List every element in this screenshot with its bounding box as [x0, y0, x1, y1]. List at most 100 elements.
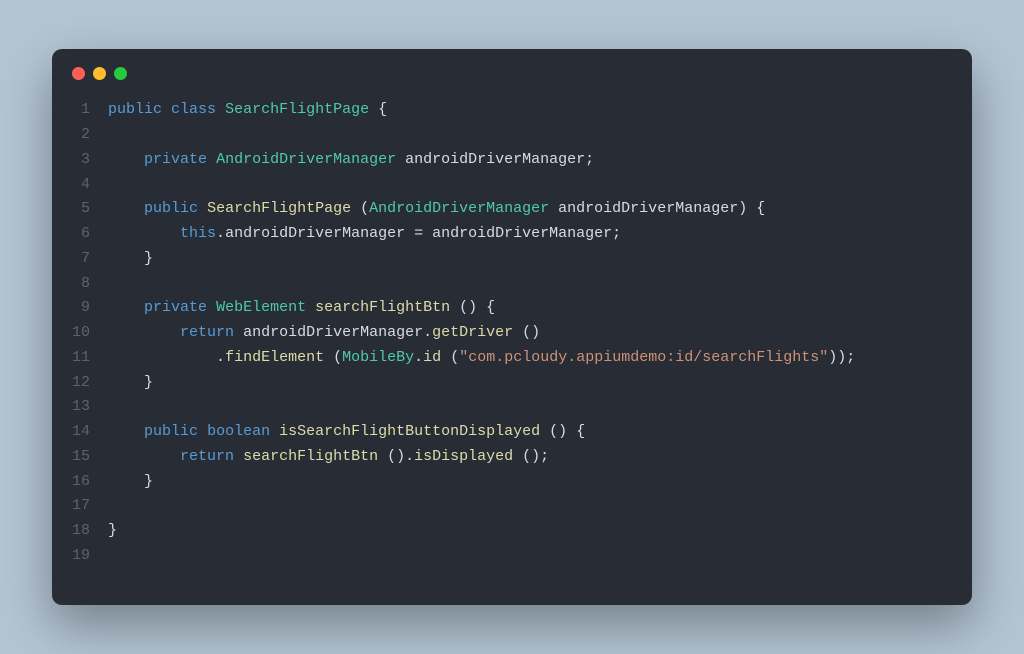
token-sp	[324, 349, 333, 366]
token-kw: return	[180, 324, 234, 341]
code-line[interactable]	[108, 173, 855, 198]
code-line[interactable]: this.androidDriverManager = androidDrive…	[108, 222, 855, 247]
code-content[interactable]: public class SearchFlightPage { private …	[108, 98, 855, 568]
code-line[interactable]	[108, 494, 855, 519]
token-method: id	[423, 349, 441, 366]
token-ident: androidDriverManager	[225, 225, 405, 242]
token-punct: }	[144, 250, 153, 267]
token-sp	[234, 324, 243, 341]
token-sp	[567, 423, 576, 440]
token-punct: .	[423, 324, 432, 341]
token-punct: (	[360, 200, 369, 217]
code-line[interactable]	[108, 272, 855, 297]
token-ident: androidDriverManager	[558, 200, 738, 217]
code-line[interactable]: private AndroidDriverManager androidDriv…	[108, 148, 855, 173]
token-sp	[423, 225, 432, 242]
token-kw: class	[171, 101, 216, 118]
token-kw: public	[144, 423, 198, 440]
token-sp	[207, 299, 216, 316]
token-sp	[198, 200, 207, 217]
code-line[interactable]	[108, 395, 855, 420]
token-sp	[441, 349, 450, 366]
token-sp	[351, 200, 360, 217]
token-punct: {	[756, 200, 765, 217]
line-number: 9	[72, 296, 90, 321]
token-sp	[549, 200, 558, 217]
code-line[interactable]: public class SearchFlightPage {	[108, 98, 855, 123]
token-sp	[513, 448, 522, 465]
token-method: isSearchFlightButtonDisplayed	[279, 423, 540, 440]
maximize-icon[interactable]	[114, 67, 127, 80]
token-kw: public	[108, 101, 162, 118]
code-line[interactable]: .findElement (MobileBy.id ("com.pcloudy.…	[108, 346, 855, 371]
line-number: 5	[72, 197, 90, 222]
token-punct: ;	[585, 151, 594, 168]
code-line[interactable]: }	[108, 519, 855, 544]
token-type: SearchFlightPage	[225, 101, 369, 118]
token-sp	[198, 423, 207, 440]
token-method: getDriver	[432, 324, 513, 341]
token-kw: public	[144, 200, 198, 217]
token-sp	[207, 151, 216, 168]
code-line[interactable]: }	[108, 371, 855, 396]
code-line[interactable]: private WebElement searchFlightBtn () {	[108, 296, 855, 321]
token-sp	[747, 200, 756, 217]
token-sp	[378, 448, 387, 465]
code-line[interactable]: }	[108, 247, 855, 272]
token-punct: }	[144, 473, 153, 490]
token-kw: this	[180, 225, 216, 242]
code-line[interactable]: return searchFlightBtn ().isDisplayed ()…	[108, 445, 855, 470]
code-editor-window: 12345678910111213141516171819 public cla…	[52, 49, 972, 604]
line-number-gutter: 12345678910111213141516171819	[72, 98, 108, 568]
token-sp	[270, 423, 279, 440]
code-line[interactable]: public SearchFlightPage (AndroidDriverMa…	[108, 197, 855, 222]
token-punct: ()	[549, 423, 567, 440]
token-punct: ()	[522, 324, 540, 341]
token-method: isDisplayed	[414, 448, 513, 465]
token-method: searchFlightBtn	[243, 448, 378, 465]
token-sp	[540, 423, 549, 440]
token-sp	[234, 448, 243, 465]
token-type: AndroidDriverManager	[216, 151, 396, 168]
code-area[interactable]: 12345678910111213141516171819 public cla…	[52, 88, 972, 604]
line-number: 13	[72, 395, 90, 420]
token-kw: private	[144, 299, 207, 316]
line-number: 7	[72, 247, 90, 272]
line-number: 19	[72, 544, 90, 569]
token-sp	[450, 299, 459, 316]
code-line[interactable]	[108, 544, 855, 569]
token-sp	[369, 101, 378, 118]
code-line[interactable]: }	[108, 470, 855, 495]
code-line[interactable]: public boolean isSearchFlightButtonDispl…	[108, 420, 855, 445]
token-kw: boolean	[207, 423, 270, 440]
token-sp	[405, 225, 414, 242]
code-line[interactable]: return androidDriverManager.getDriver ()	[108, 321, 855, 346]
token-punct: (	[333, 349, 342, 366]
token-type: WebElement	[216, 299, 306, 316]
token-punct: =	[414, 225, 423, 242]
token-punct: }	[144, 374, 153, 391]
token-punct: )	[738, 200, 747, 217]
line-number: 6	[72, 222, 90, 247]
token-method: searchFlightBtn	[315, 299, 450, 316]
titlebar	[52, 49, 972, 88]
line-number: 17	[72, 494, 90, 519]
token-punct: ;	[612, 225, 621, 242]
close-icon[interactable]	[72, 67, 85, 80]
line-number: 3	[72, 148, 90, 173]
token-sp	[477, 299, 486, 316]
token-type: AndroidDriverManager	[369, 200, 549, 217]
token-punct: .	[216, 225, 225, 242]
token-kw: return	[180, 448, 234, 465]
token-sp	[216, 101, 225, 118]
token-punct: .	[216, 349, 225, 366]
code-line[interactable]	[108, 123, 855, 148]
line-number: 10	[72, 321, 90, 346]
line-number: 8	[72, 272, 90, 297]
token-punct: (	[450, 349, 459, 366]
token-punct: {	[576, 423, 585, 440]
token-sp	[162, 101, 171, 118]
minimize-icon[interactable]	[93, 67, 106, 80]
token-ident: androidDriverManager	[405, 151, 585, 168]
token-kw: private	[144, 151, 207, 168]
